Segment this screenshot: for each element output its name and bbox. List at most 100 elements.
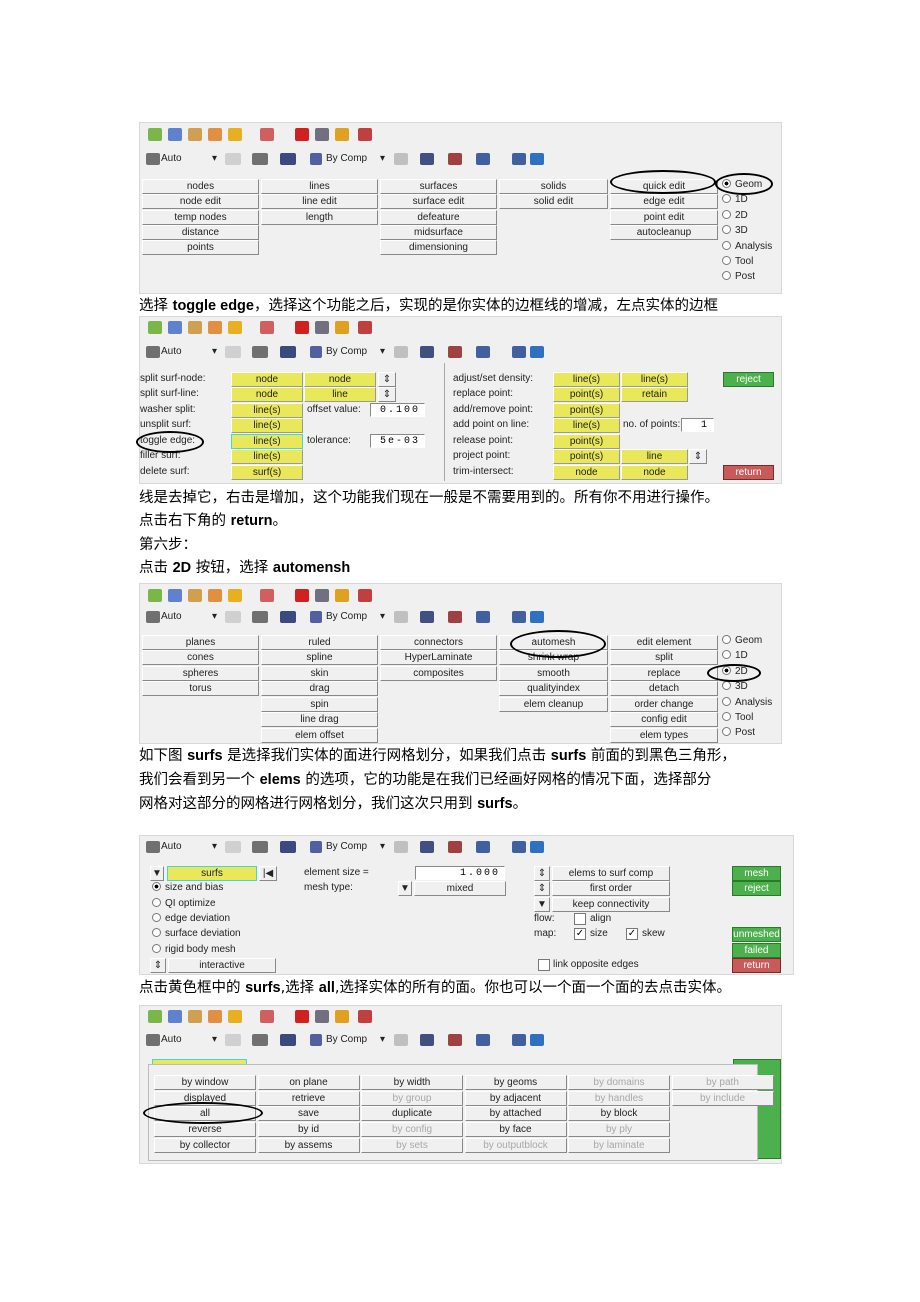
return-button[interactable]: return [732, 958, 781, 973]
component-icon[interactable] [148, 589, 162, 602]
wireframe-icon[interactable] [225, 841, 241, 853]
element-display-icon[interactable] [420, 1034, 434, 1046]
shaded-icon[interactable] [252, 841, 268, 853]
toggle-icon[interactable]: ⇕ [534, 866, 550, 881]
pick-button[interactable]: point(s) [553, 434, 620, 449]
connectors-button[interactable]: connectors [380, 635, 497, 650]
by-id-button[interactable]: by id [257, 1122, 360, 1138]
by-collector-button[interactable]: by collector [154, 1137, 256, 1153]
bycomp-dropdown[interactable]: By Comp [326, 610, 386, 624]
element-display-icon[interactable] [420, 153, 434, 165]
return-button[interactable]: return [723, 465, 774, 480]
mesh-display-icon[interactable] [394, 1034, 408, 1046]
property-icon[interactable] [208, 128, 222, 141]
qualityindex-button[interactable]: qualityindex [499, 681, 608, 696]
auto-dropdown[interactable]: Auto [161, 152, 201, 166]
chevron-down-icon[interactable]: ▾ [380, 345, 390, 359]
collector-icon[interactable] [188, 1010, 202, 1023]
radio-2d[interactable]: 2D [722, 665, 782, 679]
auto-dropdown[interactable]: Auto [161, 840, 201, 854]
by-adjacent-button[interactable]: by adjacent [464, 1090, 567, 1106]
material-icon[interactable] [168, 128, 182, 141]
help-icon[interactable] [358, 1010, 372, 1023]
find-icon[interactable] [335, 128, 349, 141]
split-button[interactable]: split [610, 650, 718, 665]
link-opposite-edges-checkbox[interactable] [538, 959, 550, 971]
radio-post[interactable]: Post [722, 726, 782, 740]
defeature-button[interactable]: defeature [380, 210, 497, 225]
radio-geom[interactable]: Geom [722, 178, 782, 192]
reject-button[interactable]: reject [732, 881, 781, 896]
bycomp-dropdown[interactable]: By Comp [326, 345, 386, 359]
radio-1d[interactable]: 1D [722, 649, 782, 663]
pick-button[interactable]: point(s) [553, 387, 620, 402]
by-geoms-button[interactable]: by geoms [464, 1075, 567, 1090]
shaded-icon[interactable] [252, 346, 268, 358]
pick-button[interactable]: line(s) [231, 449, 303, 464]
length-button[interactable]: length [261, 210, 378, 225]
by-attached-button[interactable]: by attached [464, 1106, 567, 1122]
radio-analysis[interactable]: Analysis [722, 240, 782, 254]
by-window-button[interactable]: by window [154, 1075, 256, 1090]
retrieve-button[interactable]: retrieve [257, 1090, 360, 1106]
collector-icon[interactable] [188, 321, 202, 334]
delete-icon[interactable] [295, 1010, 309, 1023]
help-icon[interactable] [358, 589, 372, 602]
reset-icon[interactable]: |◀ [259, 866, 277, 881]
reverse-button[interactable]: reverse [154, 1122, 256, 1138]
interactive-button[interactable]: interactive [168, 958, 276, 973]
by-width-button[interactable]: by width [361, 1075, 463, 1090]
surfs-selector[interactable]: surfs [167, 866, 257, 881]
plane-icon[interactable] [476, 346, 490, 358]
monitor-icon[interactable] [530, 346, 544, 358]
cones-button[interactable]: cones [142, 650, 259, 665]
monitor-icon[interactable] [530, 611, 544, 623]
system-icon[interactable] [260, 128, 274, 141]
reject-button[interactable]: reject [723, 372, 774, 387]
caret-down-icon[interactable]: ▼ [398, 881, 412, 896]
property-icon[interactable] [208, 1010, 222, 1023]
shaded-icon[interactable] [252, 611, 268, 623]
mask-icon[interactable] [315, 128, 329, 141]
radio-rigid-body-mesh[interactable]: rigid body mesh [152, 943, 282, 957]
bycomp-dropdown[interactable]: By Comp [326, 1033, 386, 1047]
pick-button[interactable]: point(s) [553, 403, 620, 418]
radio-geom[interactable]: Geom [722, 634, 782, 648]
grid-icon[interactable] [512, 611, 526, 623]
save-button[interactable]: save [257, 1106, 360, 1122]
pick-button[interactable]: point(s) [553, 449, 620, 464]
mesh-display-icon[interactable] [394, 153, 408, 165]
mask-icon[interactable] [315, 321, 329, 334]
grid-icon[interactable] [512, 346, 526, 358]
caret-down-icon[interactable]: ▼ [150, 866, 164, 881]
surface-edit-button[interactable]: surface edit [380, 194, 497, 209]
radio-qi-optimize[interactable]: QI optimize [152, 897, 282, 911]
component-icon[interactable] [148, 128, 162, 141]
pick-button[interactable]: node [304, 372, 376, 387]
all-button[interactable]: all [154, 1106, 256, 1122]
surfaces-button[interactable]: surfaces [380, 179, 497, 194]
torus-button[interactable]: torus [142, 681, 259, 696]
mesh-display-icon[interactable] [394, 346, 408, 358]
material-icon[interactable] [168, 321, 182, 334]
quick-edit-button[interactable]: quick edit [610, 179, 718, 194]
plane-icon[interactable] [476, 1034, 490, 1046]
auto-dropdown[interactable]: Auto [161, 610, 201, 624]
ruled-button[interactable]: ruled [261, 635, 378, 650]
delete-icon[interactable] [295, 128, 309, 141]
planes-button[interactable]: planes [142, 635, 259, 650]
chevron-down-icon[interactable]: ▾ [380, 610, 390, 624]
pick-button[interactable]: line [304, 387, 376, 402]
pick-button[interactable]: line(s) [231, 418, 303, 433]
skew-checkbox[interactable]: ✓ [626, 928, 638, 940]
radio-tool[interactable]: Tool [722, 711, 782, 725]
toggle-icon[interactable]: ⇕ [378, 387, 396, 402]
toggle-icon[interactable]: ▼ [534, 897, 550, 912]
dimensioning-button[interactable]: dimensioning [380, 240, 497, 255]
tolerance-input[interactable]: 5e-03 [370, 434, 425, 448]
elem-cleanup-button[interactable]: elem cleanup [499, 697, 608, 712]
temp-nodes-button[interactable]: temp nodes [142, 210, 259, 225]
collector-icon[interactable] [188, 589, 202, 602]
wireframe-icon[interactable] [225, 1034, 241, 1046]
radio-edge-deviation[interactable]: edge deviation [152, 912, 282, 926]
